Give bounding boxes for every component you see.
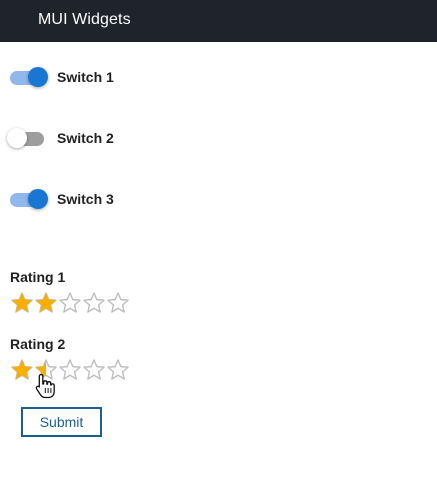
star-icon[interactable]	[10, 291, 34, 315]
switch-thumb[interactable]	[28, 189, 48, 209]
app-title: MUI Widgets	[38, 11, 131, 28]
rating-2-label: Rating 2	[10, 336, 66, 352]
star-icon[interactable]	[106, 291, 130, 315]
star-icon[interactable]	[34, 291, 58, 315]
app-bar: MUI Widgets	[0, 0, 437, 42]
rating-1-stars[interactable]	[10, 291, 140, 315]
switch-thumb[interactable]	[7, 128, 27, 148]
switch-1-label: Switch 1	[57, 69, 114, 85]
star-icon[interactable]	[58, 291, 82, 315]
star-icon[interactable]	[34, 358, 58, 382]
switch-1[interactable]: Switch 1	[10, 65, 210, 89]
star-icon[interactable]	[82, 291, 106, 315]
switch-thumb[interactable]	[28, 67, 48, 87]
switch-2[interactable]: Switch 2	[7, 126, 210, 150]
star-icon[interactable]	[10, 358, 34, 382]
switch-2-label: Switch 2	[57, 130, 114, 146]
star-icon[interactable]	[82, 358, 106, 382]
switch-3[interactable]: Switch 3	[10, 187, 210, 211]
rating-1-label: Rating 1	[10, 269, 66, 285]
switch-3-label: Switch 3	[57, 191, 114, 207]
submit-button[interactable]: Submit	[21, 407, 102, 437]
star-icon[interactable]	[58, 358, 82, 382]
star-icon[interactable]	[106, 358, 130, 382]
rating-2-stars[interactable]	[10, 358, 140, 382]
